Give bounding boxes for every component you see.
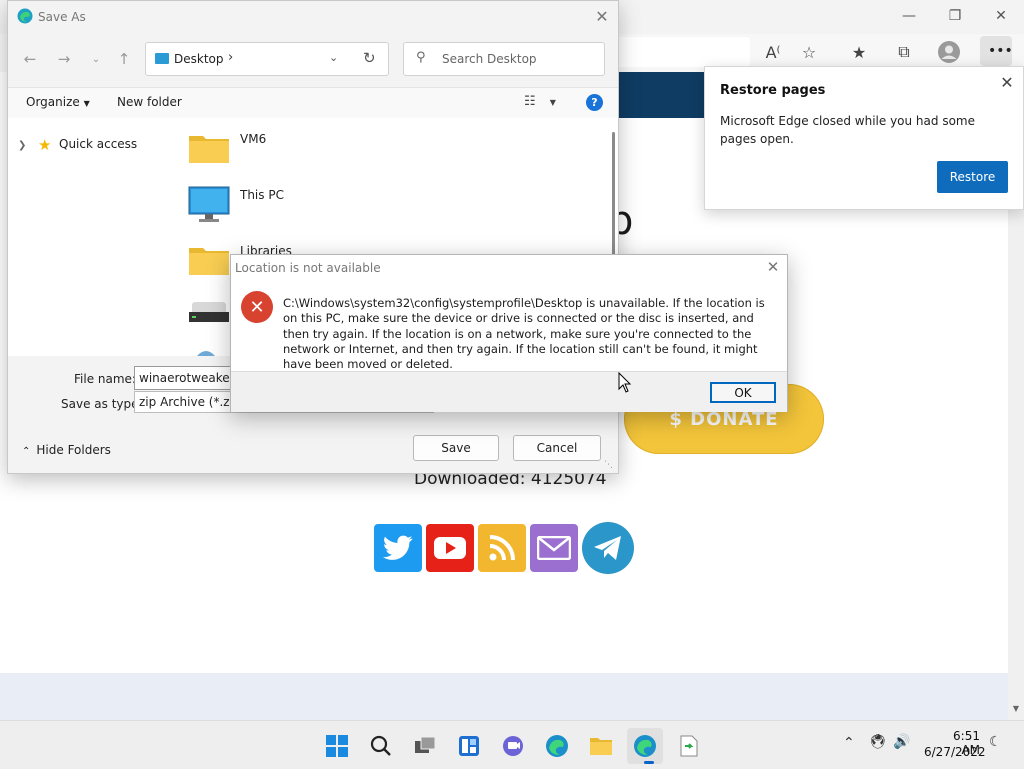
location-error-dialog: Location is not available ✕ ✕ C:\Windows… — [230, 254, 788, 412]
collections-icon[interactable]: ⧉ — [889, 38, 919, 66]
restore-popup-title: Restore pages — [720, 83, 826, 98]
edge-icon[interactable] — [627, 728, 663, 764]
dropdown-arrow-icon: ▼ — [83, 99, 90, 108]
search-icon[interactable] — [363, 728, 399, 764]
new-folder-button[interactable]: New folder — [117, 95, 182, 109]
breadcrumb-chevron-icon[interactable]: › — [228, 50, 233, 65]
widgets-icon[interactable] — [451, 728, 487, 764]
close-icon[interactable]: ✕ — [997, 73, 1017, 93]
volume-icon[interactable]: 🔊 — [893, 734, 910, 750]
resize-grip-icon[interactable]: ⋱ — [604, 460, 613, 470]
error-icon: ✕ — [241, 291, 273, 323]
active-app-indicator — [644, 761, 654, 764]
back-arrow-icon[interactable]: ← — [18, 47, 42, 71]
teams-chat-icon[interactable] — [495, 728, 531, 764]
organize-label: Organize — [26, 95, 80, 109]
organize-button[interactable]: Organize ▼ — [26, 95, 90, 109]
view-options-icon[interactable]: ☷ ▼ — [524, 94, 556, 109]
path-dropdown-icon[interactable]: ⌄ — [329, 51, 338, 64]
address-bar[interactable] — [600, 37, 750, 67]
network-icon — [197, 351, 215, 356]
focus-assist-icon[interactable]: ☾ — [989, 734, 1002, 750]
favorites-icon[interactable]: ★ — [844, 38, 874, 66]
up-arrow-icon[interactable]: ↑ — [112, 47, 136, 71]
folder-icon — [189, 136, 229, 163]
error-message: C:\Windows\system32\config\systemprofile… — [283, 296, 765, 372]
search-icon: ⚲ — [416, 50, 426, 65]
cancel-button[interactable]: Cancel — [513, 435, 601, 461]
refresh-icon[interactable]: ↻ — [363, 49, 376, 67]
navigation-pane: ❯ ★ Quick access — [8, 118, 178, 356]
search-input[interactable] — [442, 51, 592, 67]
hide-folders-button[interactable]: ⌃ Hide Folders — [22, 443, 111, 457]
edge-app-icon — [17, 8, 33, 24]
task-view-icon[interactable] — [407, 728, 443, 764]
file-name-label: File name: — [74, 372, 136, 386]
command-bar: Organize ▼ New folder ☷ ▼ ? — [8, 87, 618, 119]
file-icon[interactable] — [671, 728, 707, 764]
computer-icon — [188, 186, 230, 222]
show-hidden-icons-chevron-icon[interactable]: ⌃ — [843, 735, 855, 751]
dialog-footer: OK — [231, 371, 787, 412]
dialog-title: Save As — [38, 10, 86, 24]
save-type-label: Save as type: — [61, 397, 143, 411]
help-icon[interactable]: ? — [586, 94, 603, 111]
chevron-up-icon: ⌃ — [22, 446, 31, 457]
ok-button[interactable]: OK — [710, 382, 776, 403]
read-aloud-icon[interactable]: A⁽ — [758, 38, 788, 66]
telegram-icon[interactable] — [582, 522, 634, 574]
start-icon[interactable] — [319, 728, 355, 764]
nav-item-quick-access[interactable]: Quick access — [59, 137, 137, 151]
clock-date[interactable]: 6/27/2022 — [924, 745, 986, 759]
forward-arrow-icon[interactable]: → — [52, 47, 76, 71]
add-favorite-icon[interactable]: ☆ — [794, 38, 824, 66]
twitter-icon[interactable] — [374, 524, 422, 572]
mouse-cursor-icon — [618, 372, 632, 393]
desktop-folder-icon — [155, 53, 169, 64]
search-box[interactable]: ⚲ — [403, 42, 605, 76]
network-icon[interactable]: 🖲 — [869, 734, 887, 750]
rss-icon[interactable] — [478, 524, 526, 572]
settings-more-button[interactable]: ••• — [980, 36, 1013, 66]
star-icon: ★ — [38, 136, 52, 154]
close-icon[interactable]: ✕ — [763, 258, 783, 278]
taskbar: ⌃ 🖲 🔊 6:51 AM 6/27/2022 ☾ — [0, 720, 1024, 769]
file-item-label: VM6 — [240, 132, 267, 146]
file-item-label: This PC — [240, 188, 284, 202]
profile-icon[interactable] — [934, 38, 964, 66]
youtube-icon[interactable] — [426, 524, 474, 572]
email-icon[interactable] — [530, 524, 578, 572]
save-button[interactable]: Save — [413, 435, 499, 461]
hide-folders-label: Hide Folders — [36, 443, 111, 457]
restore-button[interactable]: Restore — [937, 161, 1008, 193]
breadcrumb-desktop[interactable]: Desktop — [174, 52, 224, 66]
edge-icon[interactable] — [539, 728, 575, 764]
list-item[interactable]: This PC — [188, 180, 488, 224]
restore-window-button[interactable]: ❐ — [932, 0, 978, 32]
restore-pages-popup: Restore pages ✕ Microsoft Edge closed wh… — [704, 66, 1024, 210]
site-footer — [0, 673, 1008, 720]
file-explorer-icon[interactable] — [583, 728, 619, 764]
close-window-button[interactable]: ✕ — [978, 0, 1024, 32]
minimize-button[interactable]: — — [886, 0, 932, 32]
drive-icon — [189, 302, 229, 322]
expand-chevron-icon[interactable]: ❯ — [18, 140, 26, 151]
list-item[interactable]: VM6 — [188, 124, 488, 168]
folder-icon — [189, 248, 229, 275]
restore-popup-message: Microsoft Edge closed while you had some… — [720, 114, 975, 146]
close-icon[interactable]: ✕ — [592, 7, 612, 27]
dialog-title: Location is not available — [235, 261, 381, 275]
address-path-box[interactable]: Desktop › ⌄ ↻ — [145, 42, 389, 76]
recent-locations-chevron-icon[interactable]: ⌄ — [84, 47, 108, 71]
scroll-down-arrow[interactable]: ▼ — [1010, 704, 1022, 718]
